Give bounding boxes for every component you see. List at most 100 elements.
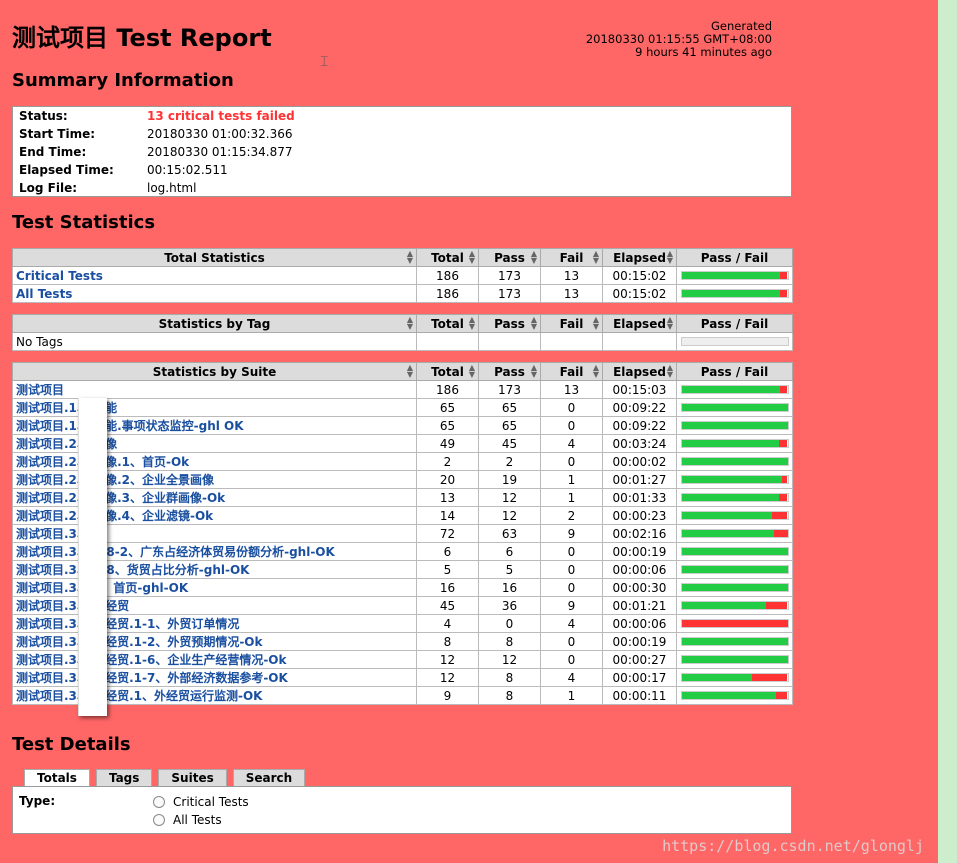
pass-bar-segment <box>681 566 788 573</box>
pass-fail-bar <box>680 655 789 664</box>
fail-column-header[interactable]: Fail ▲ ▼ <box>540 314 603 333</box>
fail-cell: 0 <box>567 418 576 433</box>
fail-cell: 9 <box>567 598 576 613</box>
total-statistics-header[interactable]: Total Statistics ▲ ▼ <box>12 248 417 267</box>
scrollbar[interactable] <box>938 0 957 863</box>
fail-cell: 0 <box>567 400 576 415</box>
fail-cell: 0 <box>567 562 576 577</box>
suite-name-link[interactable]: 测试项目.2、 画像.3、企业群画像-Ok <box>16 491 225 505</box>
critical-tests-radio[interactable]: Critical Tests <box>153 795 249 809</box>
total-cell: 186 <box>436 382 459 397</box>
suite-name-link[interactable]: 测试项目.3、 1-8-2、广东占经济体贸易份额分析-ghl-OK <box>16 545 335 559</box>
suite-name-link[interactable]: All Tests <box>16 287 72 301</box>
table-row: Critical Tests 186 173 13 00:15:02 <box>12 266 793 285</box>
elapsed-cell: 00:00:23 <box>602 506 677 525</box>
pass-fail-column-header: Pass / Fail <box>676 314 793 333</box>
elapsed-cell: 00:15:02 <box>602 266 677 285</box>
fail-column-header[interactable]: Fail ▲ ▼ <box>540 248 603 267</box>
fail-column-header[interactable]: Fail ▲ ▼ <box>540 362 603 381</box>
pass-bar-segment <box>681 386 781 393</box>
sort-icon: ▲ ▼ <box>666 315 673 331</box>
pass-column-header[interactable]: Pass ▲ ▼ <box>478 314 541 333</box>
total-cell: 20 <box>439 472 456 487</box>
all-tests-radio[interactable]: All Tests <box>153 813 222 827</box>
fail-cell: 4 <box>567 616 576 631</box>
fail-cell: 1 <box>567 472 576 487</box>
tab-suites[interactable]: Suites <box>158 769 227 787</box>
pass-cell: 16 <box>478 578 541 597</box>
header-label: Total <box>431 364 464 379</box>
total-column-header[interactable]: Total ▲ ▼ <box>416 362 479 381</box>
table-row: 测试项目.3、 1-8-2、广东占经济体贸易份额分析-ghl-OK 6 6 0 00:0… <box>12 542 793 561</box>
fail-cell: 0 <box>540 416 603 435</box>
radio-icon[interactable] <box>153 814 165 826</box>
suite-name-link[interactable]: Critical Tests <box>16 269 103 283</box>
pass-bar-segment <box>681 656 788 663</box>
total-column-header[interactable]: Total ▲ ▼ <box>416 314 479 333</box>
summary-table: Status: 13 critical tests failed Start T… <box>12 106 792 197</box>
tab-search[interactable]: Search <box>232 769 306 787</box>
suite-name-link[interactable]: 测试项目.3、 外经贸.1-2、外贸预期情况-Ok <box>16 635 263 649</box>
table-row: 测试项目.2、 画像.4、企业滤镜-Ok 14 12 2 00:00:23 <box>12 506 793 525</box>
tag-statistics-header[interactable]: Statistics by Tag ▲ ▼ <box>12 314 417 333</box>
pass-cell: 65 <box>501 418 518 433</box>
elapsed-column-header[interactable]: Elapsed ▲ ▼ <box>602 314 677 333</box>
suite-statistics-header[interactable]: Statistics by Suite ▲ ▼ <box>12 362 417 381</box>
elapsed-cell: 00:00:19 <box>612 544 667 559</box>
pass-fail-bar <box>680 565 789 574</box>
pass-fail-bar <box>680 493 789 502</box>
fail-cell: 13 <box>540 266 603 285</box>
elapsed-cell: 00:00:30 <box>602 578 677 597</box>
elapsed-cell: 00:15:02 <box>602 284 677 303</box>
elapsed-cell: 00:00:23 <box>612 508 667 523</box>
report-page: 测试项目 Test Report Generated 20180330 01:1… <box>0 0 938 863</box>
elapsed-cell: 00:09:22 <box>612 418 667 433</box>
fail-cell: 13 <box>563 268 580 283</box>
elapsed-cell: 00:00:06 <box>602 614 677 633</box>
suite-name-link[interactable]: 测试项目.3、 1-8、货贸占比分析-ghl-OK <box>16 563 249 577</box>
fail-cell: 4 <box>540 668 603 687</box>
suite-name-link[interactable]: 测试项目.3、 外经贸.1-7、外部经济数据参考-OK <box>16 671 288 685</box>
elapsed-column-header[interactable]: Elapsed ▲ ▼ <box>602 362 677 381</box>
log-file-link[interactable]: log.html <box>147 181 196 195</box>
total-cell: 45 <box>439 598 456 613</box>
pass-cell: 2 <box>478 452 541 471</box>
no-tags-cell: No Tags <box>12 332 417 351</box>
fail-cell: 0 <box>567 580 576 595</box>
suite-name-link[interactable]: 测试项目.1、 效能.事项状态监控-ghl OK <box>16 419 244 433</box>
suite-name-link[interactable]: 测试项目.2、 画像.4、企业滤镜-Ok <box>16 509 213 523</box>
pass-bar-segment <box>681 440 779 447</box>
suite-name-link[interactable]: 测试项目 <box>16 383 64 397</box>
pass-cell: 36 <box>501 598 518 613</box>
pass-cell: 0 <box>478 614 541 633</box>
pass-cell: 2 <box>505 454 514 469</box>
elapsed-cell: 00:00:11 <box>612 688 667 703</box>
elapsed-cell: 00:00:17 <box>612 670 667 685</box>
pass-column-header[interactable]: Pass ▲ ▼ <box>478 362 541 381</box>
pass-fail-bar <box>680 583 789 592</box>
fail-cell: 13 <box>563 382 580 397</box>
radio-icon[interactable] <box>153 796 165 808</box>
suite-name-link[interactable]: 测试项目.3、 外经贸.1、外经贸运行监测-OK <box>16 689 262 703</box>
header-label: Fail <box>559 250 584 265</box>
total-column-header[interactable]: Total ▲ ▼ <box>416 248 479 267</box>
pass-cell: 36 <box>478 596 541 615</box>
suite-name-link[interactable]: 测试项目.3、 外经贸 <box>16 599 129 613</box>
sort-icon: ▲ ▼ <box>666 249 673 265</box>
suite-name-link[interactable]: 测试项目.3、 外经贸.1-1、外贸订单情况 <box>16 617 239 631</box>
pass-cell: 65 <box>478 416 541 435</box>
pass-cell: 173 <box>478 266 541 285</box>
elapsed-column-header[interactable]: Elapsed ▲ ▼ <box>602 248 677 267</box>
tab-tags[interactable]: Tags <box>95 769 153 787</box>
total-cell: 12 <box>439 670 456 685</box>
page-title: 测试项目 Test Report <box>12 24 272 52</box>
fail-cell: 1 <box>567 688 576 703</box>
all-tests-label: All Tests <box>173 813 222 827</box>
pass-column-header[interactable]: Pass ▲ ▼ <box>478 248 541 267</box>
statistics-heading: Test Statistics <box>12 212 156 233</box>
suite-name-link[interactable]: 测试项目.3、 外经贸.1-6、企业生产经营情况-Ok <box>16 653 287 667</box>
pass-fail-cell <box>676 266 793 285</box>
total-cell: 2 <box>443 454 452 469</box>
suite-name-link[interactable]: 测试项目.2、 画像.2、企业全景画像 <box>16 473 214 487</box>
elapsed-cell: 00:09:22 <box>602 398 677 417</box>
